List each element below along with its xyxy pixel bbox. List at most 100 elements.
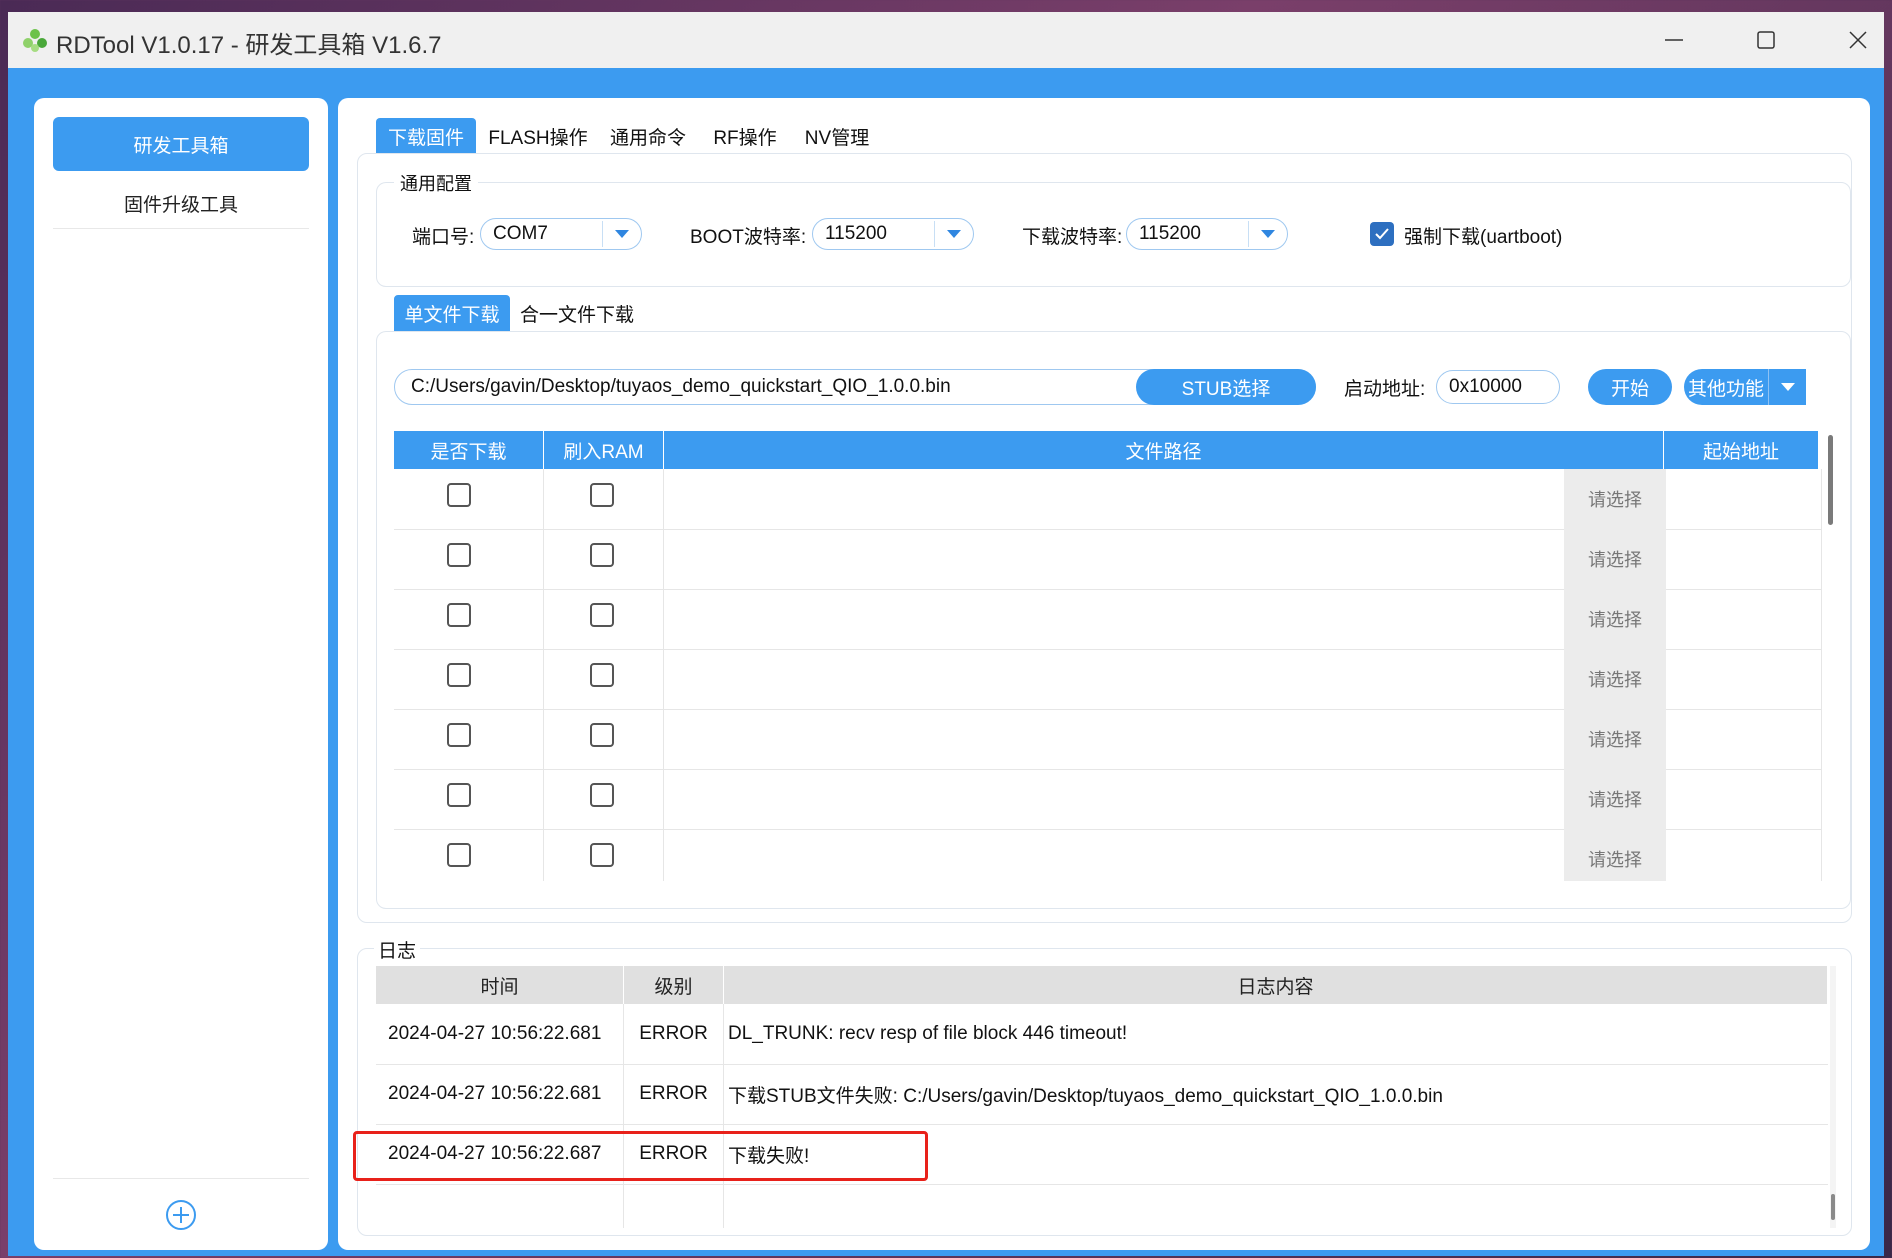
cell-ram [544,829,664,881]
cell-download [394,649,544,709]
cell-start-address[interactable] [1664,709,1822,769]
download-checkbox[interactable] [447,483,471,507]
maximize-button[interactable] [1720,12,1812,68]
cell-start-address[interactable] [1664,469,1822,529]
force-download-label: 强制下载(uartboot) [1404,227,1563,248]
tab-nv[interactable]: NV管理 [792,118,882,154]
tab-download-firmware[interactable]: 下载固件 [376,118,476,154]
cell-ram [544,709,664,769]
boot-baud-label: BOOT波特率: [690,227,807,248]
cell-file-path[interactable] [664,829,1664,881]
cell-download [394,469,544,529]
cell-download [394,709,544,769]
ram-checkbox[interactable] [590,543,614,567]
download-checkbox[interactable] [447,783,471,807]
cell-file-path[interactable] [664,769,1664,829]
pick-file-button[interactable]: 请选择 [1564,829,1666,881]
pick-file-button[interactable]: 请选择 [1564,769,1666,829]
ram-checkbox[interactable] [590,603,614,627]
port-select[interactable]: COM7 [480,218,642,250]
download-checkbox[interactable] [447,723,471,747]
log-message: 下载STUB文件失败: C:/Users/gavin/Desktop/tuyao… [728,1085,1443,1107]
cell-download [394,529,544,589]
dl-baud-label: 下载波特率: [1022,227,1123,248]
sidebar-item-firmware-upgrade[interactable]: 固件升级工具 [53,178,309,229]
log-row[interactable]: 2024-04-27 10:56:22.681 ERROR DL_TRUNK: re… [376,1004,1828,1065]
minimize-button[interactable] [1628,12,1720,68]
log-time: 2024-04-27 10:56:22.681 [376,1004,624,1064]
cell-ram [544,649,664,709]
col-start-address: 起始地址 [1664,431,1819,469]
ram-checkbox[interactable] [590,663,614,687]
ram-checkbox[interactable] [590,483,614,507]
cell-ram [544,769,664,829]
minimize-icon [1665,39,1683,41]
cell-file-path[interactable] [664,529,1664,589]
pick-file-button[interactable]: 请选择 [1564,649,1666,709]
tab-general-command[interactable]: 通用命令 [598,118,698,154]
download-checkbox[interactable] [447,543,471,567]
table-row: 请选择 [394,529,1822,590]
chevron-down-icon [947,230,961,238]
pick-file-button[interactable]: 请选择 [1564,709,1666,769]
cell-start-address[interactable] [1664,589,1822,649]
cell-ram [544,529,664,589]
cell-file-path[interactable] [664,469,1664,529]
dl-baud-value: 115200 [1139,223,1201,244]
chevron-down-icon [615,230,629,238]
log-table: 时间 级别 日志内容 2024-04-27 10:56:22.681 ERROR D… [376,966,1836,1228]
boot-baud-select[interactable]: 115200 [812,218,974,250]
cell-start-address[interactable] [1664,529,1822,589]
cell-start-address[interactable] [1664,649,1822,709]
col-ram: 刷入RAM [544,431,664,469]
add-icon[interactable] [164,1198,198,1232]
port-value: COM7 [493,223,548,244]
other-functions-dropdown[interactable] [1768,369,1806,405]
cell-start-address[interactable] [1664,829,1822,881]
log-scrollbar-track[interactable] [1830,966,1836,1228]
cell-download [394,769,544,829]
download-checkbox[interactable] [447,603,471,627]
title-bar[interactable]: RDTool V1.0.17 - 研发工具箱 V1.6.7 [8,12,1884,68]
subtab-single-file[interactable]: 单文件下载 [394,295,510,331]
stub-select-button[interactable]: STUB选择 [1136,369,1316,405]
download-checkbox[interactable] [447,843,471,867]
log-row-empty [376,1184,1828,1228]
pick-file-button[interactable]: 请选择 [1564,469,1666,529]
chevron-down-icon [1261,230,1275,238]
pick-file-button[interactable]: 请选择 [1564,529,1666,589]
tab-flash[interactable]: FLASH操作 [482,118,594,154]
tab-rf[interactable]: RF操作 [702,118,788,154]
cell-file-path[interactable] [664,649,1664,709]
force-download-checkbox[interactable] [1370,222,1394,246]
file-path-value: C:/Users/gavin/Desktop/tuyaos_demo_quick… [411,376,951,397]
chevron-down-icon [1780,383,1795,391]
cell-start-address[interactable] [1664,769,1822,829]
col-file-path: 文件路径 [664,431,1664,469]
sidebar: 研发工具箱 固件升级工具 [34,98,328,1250]
sidebar-item-rd-toolbox[interactable]: 研发工具箱 [53,117,309,171]
cell-file-path[interactable] [664,709,1664,769]
start-button[interactable]: 开始 [1588,369,1672,405]
pick-file-button[interactable]: 请选择 [1564,589,1666,649]
cell-file-path[interactable] [664,589,1664,649]
ram-checkbox[interactable] [590,843,614,867]
log-time [376,1184,624,1228]
ram-checkbox[interactable] [590,723,614,747]
log-level: ERROR [624,1064,724,1124]
combo-divider [934,221,935,247]
close-button[interactable] [1812,12,1892,68]
start-address-input[interactable]: 0x10000 [1436,370,1560,404]
scrollbar[interactable] [1828,435,1833,525]
col-download: 是否下载 [394,431,544,469]
download-checkbox[interactable] [447,663,471,687]
subtab-combined-file[interactable]: 合一文件下载 [516,295,638,331]
log-scrollbar-thumb[interactable] [1831,1194,1835,1220]
log-row[interactable]: 2024-04-27 10:56:22.681 ERROR 下载STUB文件失败: … [376,1064,1828,1125]
file-table: 是否下载 刷入RAM 文件路径 起始地址 请选择 请选择 请选择 请选择 请选择 请选择请… [394,431,1834,881]
log-level [624,1184,724,1228]
ram-checkbox[interactable] [590,783,614,807]
checkmark-icon [1375,228,1389,240]
table-row: 请选择 [394,649,1822,710]
dl-baud-select[interactable]: 115200 [1126,218,1288,250]
